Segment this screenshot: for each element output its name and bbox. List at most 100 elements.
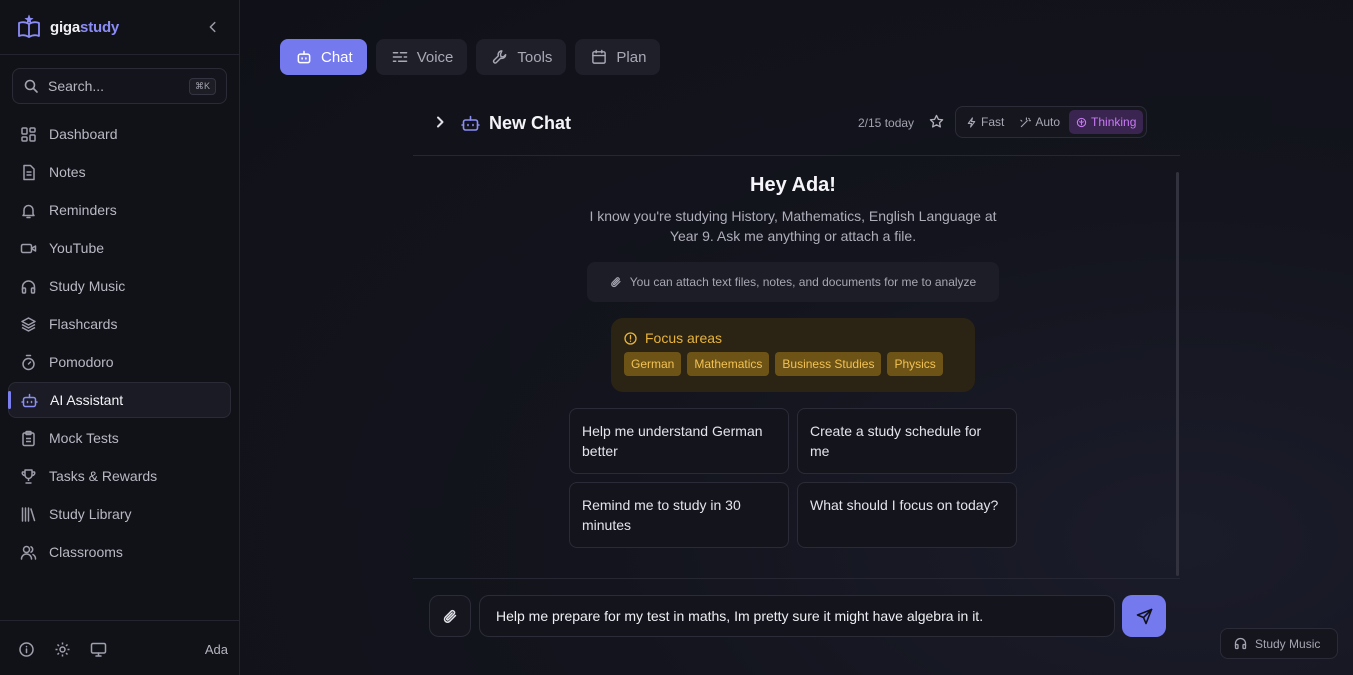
speed-thinking-button[interactable]: Thinking [1069,110,1144,134]
sidebar-item-label: Notes [49,164,86,180]
clipboard-icon [20,430,37,447]
sidebar-item-ai-assistant[interactable]: AI Assistant [8,382,231,418]
focus-title: Focus areas [624,330,962,346]
wrench-icon [492,49,508,65]
suggestion-card[interactable]: Create a study schedule for me [797,408,1017,474]
search-shortcut-badge: ⌘K [188,77,216,95]
user-name[interactable]: Ada [205,642,228,657]
chat-body: Hey Ada! I know you're studying History,… [413,172,1180,576]
waves-icon [392,49,408,65]
attach-hint: You can attach text files, notes, and do… [587,262,999,302]
sidebar-item-label: Flashcards [49,316,118,332]
suggestion-card[interactable]: Remind me to study in 30 minutes [569,482,789,548]
suggestion-card[interactable]: Help me understand German better [569,408,789,474]
brand[interactable]: gigastudy [16,14,119,40]
bot-icon [296,49,312,65]
monitor-icon[interactable] [90,641,107,658]
sidebar-item-label: Dashboard [49,126,118,142]
chat-title: New Chat [489,113,572,133]
speed-auto-button[interactable]: Auto [1013,110,1067,134]
star-icon[interactable] [929,114,944,129]
paperclip-icon [442,608,458,624]
attach-hint-text: You can attach text files, notes, and do… [629,275,977,289]
sidebar-footer: Ada [18,640,228,658]
tab-label: Plan [616,48,647,66]
tab-label: Tools [517,48,553,66]
search-placeholder: Search... [48,78,105,94]
sidebar-item-flashcards[interactable]: Flashcards [8,306,231,342]
lightning-icon [966,116,977,128]
suggestion-card[interactable]: What should I focus on today? [797,482,1017,548]
sidebar-item-mock-tests[interactable]: Mock Tests [8,420,231,456]
focus-chip[interactable]: Business Studies [775,352,882,376]
message-input[interactable] [479,595,1115,637]
sidebar-item-dashboard[interactable]: Dashboard [8,116,231,152]
sidebar-item-classrooms[interactable]: Classrooms [8,534,231,570]
sidebar-item-study-music[interactable]: Study Music [8,268,231,304]
chevron-right-icon[interactable] [433,115,447,129]
chevron-left-icon [209,21,216,33]
speed-fast-button[interactable]: Fast [959,110,1011,134]
main-area: Chat Voice Tools Plan New Chat 2/15 toda… [240,0,1353,675]
gear-icon[interactable] [54,641,71,658]
timer-icon [20,354,37,371]
sidebar-bottom-divider [0,620,239,621]
users-icon [20,544,37,561]
paperclip-icon [610,276,622,288]
sidebar-item-study-library[interactable]: Study Library [8,496,231,532]
send-button[interactable] [1122,595,1166,637]
sidebar-item-notes[interactable]: Notes [8,154,231,190]
search-icon [23,78,39,94]
trophy-icon [20,468,37,485]
focus-chip[interactable]: German [624,352,682,376]
sidebar-item-pomodoro[interactable]: Pomodoro [8,344,231,380]
tab-plan[interactable]: Plan [575,39,661,75]
sidebar-item-label: Study Music [49,278,126,294]
alert-circle-icon [624,331,637,345]
notes-icon [20,164,37,181]
search-input[interactable]: Search... ⌘K [12,68,227,104]
layers-icon [20,316,37,333]
tab-chat[interactable]: Chat [280,39,367,75]
speed-label: Fast [981,115,1005,129]
sidebar-item-label: AI Assistant [50,392,124,408]
sidebar-divider [0,54,239,55]
send-icon [1136,608,1153,625]
chat-scrollbar[interactable] [1176,172,1179,576]
info-icon[interactable] [18,641,35,658]
speed-label: Auto [1035,115,1061,129]
sidebar-nav: Dashboard Notes Reminders YouTube Study … [8,116,231,572]
sidebar: gigastudy Search... ⌘K Dashboard Notes R… [0,0,240,675]
headphones-icon [1234,637,1247,650]
focus-chip[interactable]: Mathematics [687,352,770,376]
intro-text: I know you're studying History, Mathemat… [589,208,997,244]
focus-chip[interactable]: Physics [887,352,943,376]
dashboard-icon [20,126,37,143]
sidebar-item-youtube[interactable]: YouTube [8,230,231,266]
sidebar-item-tasks-rewards[interactable]: Tasks & Rewards [8,458,231,494]
brain-icon [1076,117,1087,128]
sidebar-item-reminders[interactable]: Reminders [8,192,231,228]
chat-header: New Chat 2/15 today Fast Auto Thinking [413,106,1180,156]
tab-label: Chat [321,48,353,66]
tab-tools[interactable]: Tools [476,39,567,75]
speed-mode-selector: Fast Auto Thinking [955,106,1148,138]
focus-chips: German Mathematics Business Studies Phys… [624,352,962,376]
tab-label: Voice [416,48,454,66]
sidebar-item-label: Classrooms [49,544,123,560]
bell-icon [20,202,37,219]
attach-file-button[interactable] [429,595,471,637]
study-music-button[interactable]: Study Music [1220,628,1338,659]
collapse-sidebar-button[interactable] [204,18,222,36]
magic-wand-icon [1020,116,1032,128]
book-logo-icon [16,14,42,40]
greeting: Hey Ada! [750,174,836,196]
focus-areas-box: Focus areas German Mathematics Business … [611,318,975,392]
speed-label: Thinking [1091,115,1137,129]
mode-tabs: Chat Voice Tools Plan [280,39,661,75]
bot-icon [461,114,480,133]
sidebar-item-label: Study Library [49,506,132,522]
study-music-label: Study Music [1255,636,1321,651]
brand-name-part2: study [80,18,120,36]
tab-voice[interactable]: Voice [375,39,468,75]
